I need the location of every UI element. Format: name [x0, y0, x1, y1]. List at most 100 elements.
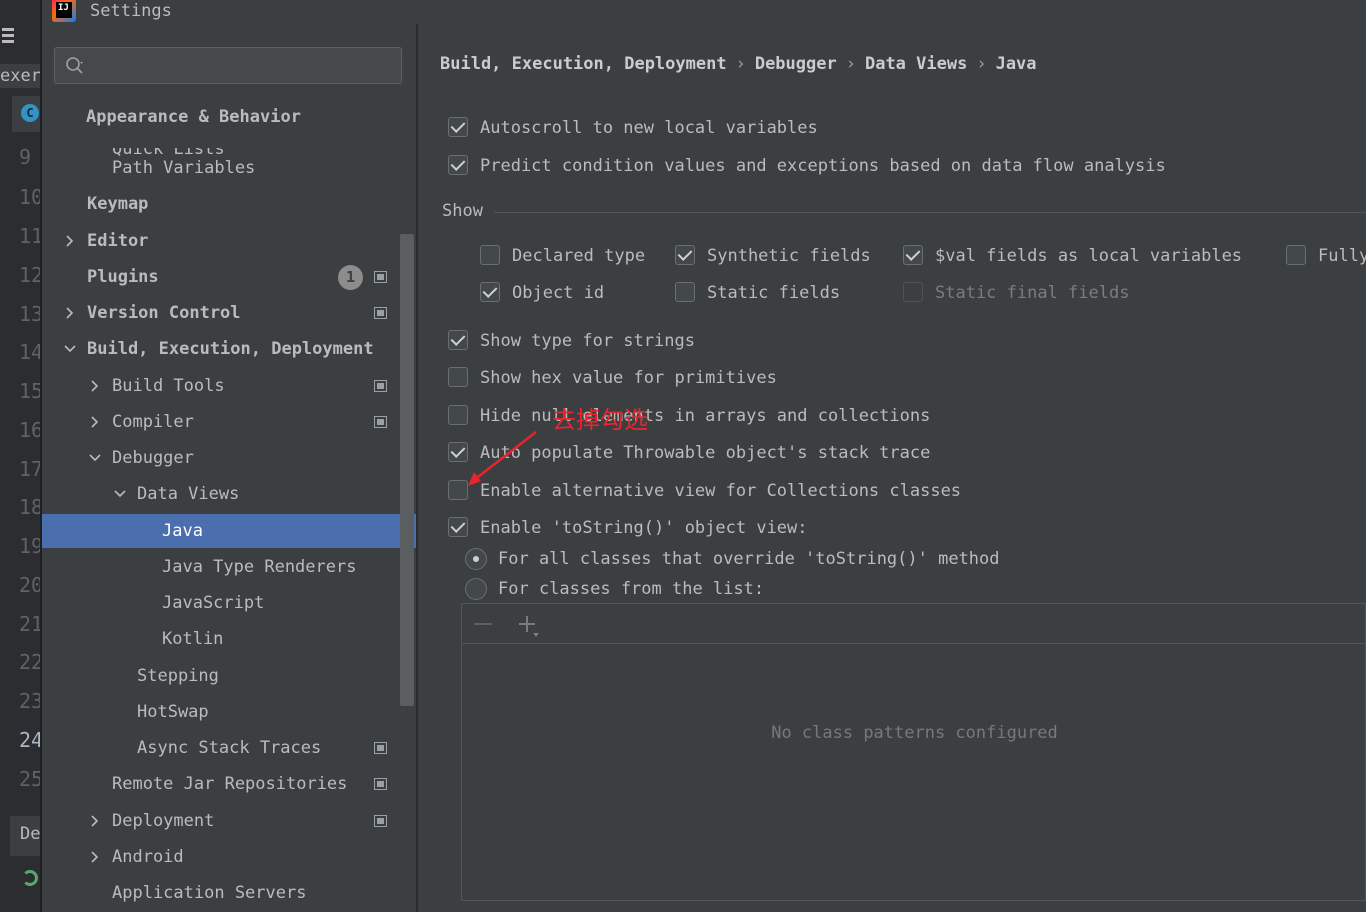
line-number: 11 — [19, 224, 42, 248]
checkbox-label: Synthetic fields — [707, 246, 871, 266]
tree-item-label: Keymap — [87, 194, 149, 214]
project-level-icon — [374, 778, 387, 790]
line-number: 21 — [19, 612, 42, 636]
tree-item-label: Editor — [87, 231, 149, 251]
chevron-right-icon[interactable] — [89, 369, 103, 403]
line-number: 18 — [19, 495, 42, 519]
search-input[interactable] — [54, 47, 402, 84]
project-level-icon — [374, 742, 387, 754]
tree-item-label: Plugins — [87, 267, 159, 287]
chevron-right-icon[interactable] — [89, 405, 103, 439]
line-number: 25 — [19, 767, 42, 791]
checkbox-box[interactable] — [675, 245, 695, 265]
class-patterns-list[interactable]: No class patterns configured — [461, 603, 1366, 901]
checkbox-box[interactable] — [448, 330, 468, 350]
checkbox-box[interactable] — [480, 245, 500, 265]
line-number: 19 — [19, 534, 42, 558]
radio-label: For classes from the list: — [498, 579, 765, 599]
rerun-icon[interactable] — [22, 870, 38, 886]
checkbox-box[interactable] — [903, 245, 923, 265]
tree-item-label: Java Type Renderers — [162, 557, 357, 577]
tree-item-plugins[interactable]: Plugins 1 — [42, 260, 416, 294]
tree-item-android[interactable]: Android — [42, 840, 416, 874]
checkbox-label: Show type for strings — [480, 331, 695, 351]
class-file-icon: C — [21, 104, 39, 122]
ide-project-label: exer — [0, 64, 42, 88]
tree-item-application-servers[interactable]: Application Servers — [42, 876, 416, 910]
tree-item-remote-jar-repositories[interactable]: Remote Jar Repositories — [42, 767, 416, 801]
chevron-down-icon[interactable] — [89, 441, 103, 475]
chevron-down-icon[interactable] — [64, 332, 78, 366]
tree-item-compiler[interactable]: Compiler — [42, 405, 416, 439]
tree-item-data-views[interactable]: Data Views — [42, 477, 416, 511]
checkbox-box[interactable] — [448, 117, 468, 137]
tree-item-editor[interactable]: Editor — [42, 224, 416, 258]
tree-item-label: Android — [112, 847, 184, 867]
search-icon — [66, 57, 83, 74]
tree-item-stepping[interactable]: Stepping — [42, 659, 416, 693]
list-toolbar — [462, 604, 1366, 644]
checkbox-box[interactable] — [448, 480, 468, 500]
breadcrumb-item[interactable]: Data Views — [865, 54, 967, 74]
tree-item-hotswap[interactable]: HotSwap — [42, 695, 416, 729]
chevron-right-icon[interactable] — [89, 840, 103, 874]
breadcrumb-item[interactable]: Debugger — [755, 54, 837, 74]
checkbox-box[interactable] — [448, 517, 468, 537]
tree-item-label: Appearance & Behavior — [86, 107, 301, 127]
chevron-right-icon[interactable] — [89, 804, 103, 838]
checkbox-label: Autoscroll to new local variables — [480, 118, 818, 138]
tree-item-path-variables[interactable]: Path Variables — [42, 151, 416, 185]
chevron-right-icon[interactable] — [64, 224, 78, 258]
checkbox-box[interactable] — [448, 367, 468, 387]
tree-scrollbar[interactable] — [400, 234, 414, 706]
tree-item-async-stack-traces[interactable]: Async Stack Traces — [42, 731, 416, 765]
tree-item-label: Debugger — [112, 448, 194, 468]
settings-tree: Quick Lists Appearance & Behavior Path V… — [42, 100, 416, 912]
checkbox-box[interactable] — [448, 442, 468, 462]
tree-item-javascript[interactable]: JavaScript — [42, 586, 416, 620]
chevron-right-icon[interactable] — [64, 296, 78, 330]
breadcrumb-item[interactable]: Build, Execution, Deployment — [440, 54, 727, 74]
line-number-active: 24 — [19, 728, 42, 752]
checkbox-box[interactable] — [675, 282, 695, 302]
radio-button[interactable] — [465, 548, 487, 570]
tree-item-deployment[interactable]: Deployment — [42, 804, 416, 838]
tree-item-java[interactable]: Java — [42, 514, 416, 548]
radio-button[interactable] — [465, 578, 487, 600]
ide-bottom-label: De — [10, 816, 42, 856]
checkbox-box[interactable] — [448, 155, 468, 175]
tree-item-build-tools[interactable]: Build Tools — [42, 369, 416, 403]
breadcrumb-separator: › — [976, 54, 987, 74]
checkbox-box[interactable] — [480, 282, 500, 302]
tree-item-version-control[interactable]: Version Control — [42, 296, 416, 330]
tree-item-label: Async Stack Traces — [137, 738, 322, 758]
remove-pattern-button[interactable] — [474, 623, 492, 625]
tree-item-label: Application Servers — [112, 883, 307, 903]
tree-item-label: Data Views — [137, 484, 240, 504]
line-number: 9 — [19, 145, 32, 169]
add-dropdown-icon — [533, 633, 539, 637]
checkbox-label: Show hex value for primitives — [480, 368, 777, 388]
breadcrumb: Build, Execution, Deployment › Debugger › Da… — [440, 54, 1037, 74]
line-number: 13 — [19, 302, 42, 326]
checkbox-label: Predict condition values and exceptions … — [480, 156, 1166, 176]
line-number: 15 — [19, 379, 42, 403]
project-level-icon — [374, 416, 387, 428]
settings-tree-panel: Quick Lists Appearance & Behavior Path V… — [42, 24, 416, 912]
tree-item-java-type-renderers[interactable]: Java Type Renderers — [42, 550, 416, 584]
checkbox-label: Static fields — [707, 283, 841, 303]
tree-item-debugger[interactable]: Debugger — [42, 441, 416, 475]
project-level-icon — [374, 271, 387, 283]
line-number: 14 — [19, 340, 42, 364]
show-section-title: Show — [442, 201, 483, 221]
tree-item-kotlin[interactable]: Kotlin — [42, 622, 416, 656]
settings-content-panel: Build, Execution, Deployment › Debugger › Da… — [418, 24, 1366, 912]
line-number: 17 — [19, 457, 42, 481]
chevron-down-icon[interactable] — [114, 477, 128, 511]
tree-item-keymap[interactable]: Keymap — [42, 187, 416, 221]
ide-editor-tab[interactable]: C — [12, 96, 42, 132]
tree-item-appearance-behavior[interactable]: Appearance & Behavior — [42, 100, 416, 134]
tree-item-build-execution-deployment[interactable]: Build, Execution, Deployment — [42, 332, 390, 366]
checkbox-box[interactable] — [448, 405, 468, 425]
checkbox-box[interactable] — [1286, 245, 1306, 265]
